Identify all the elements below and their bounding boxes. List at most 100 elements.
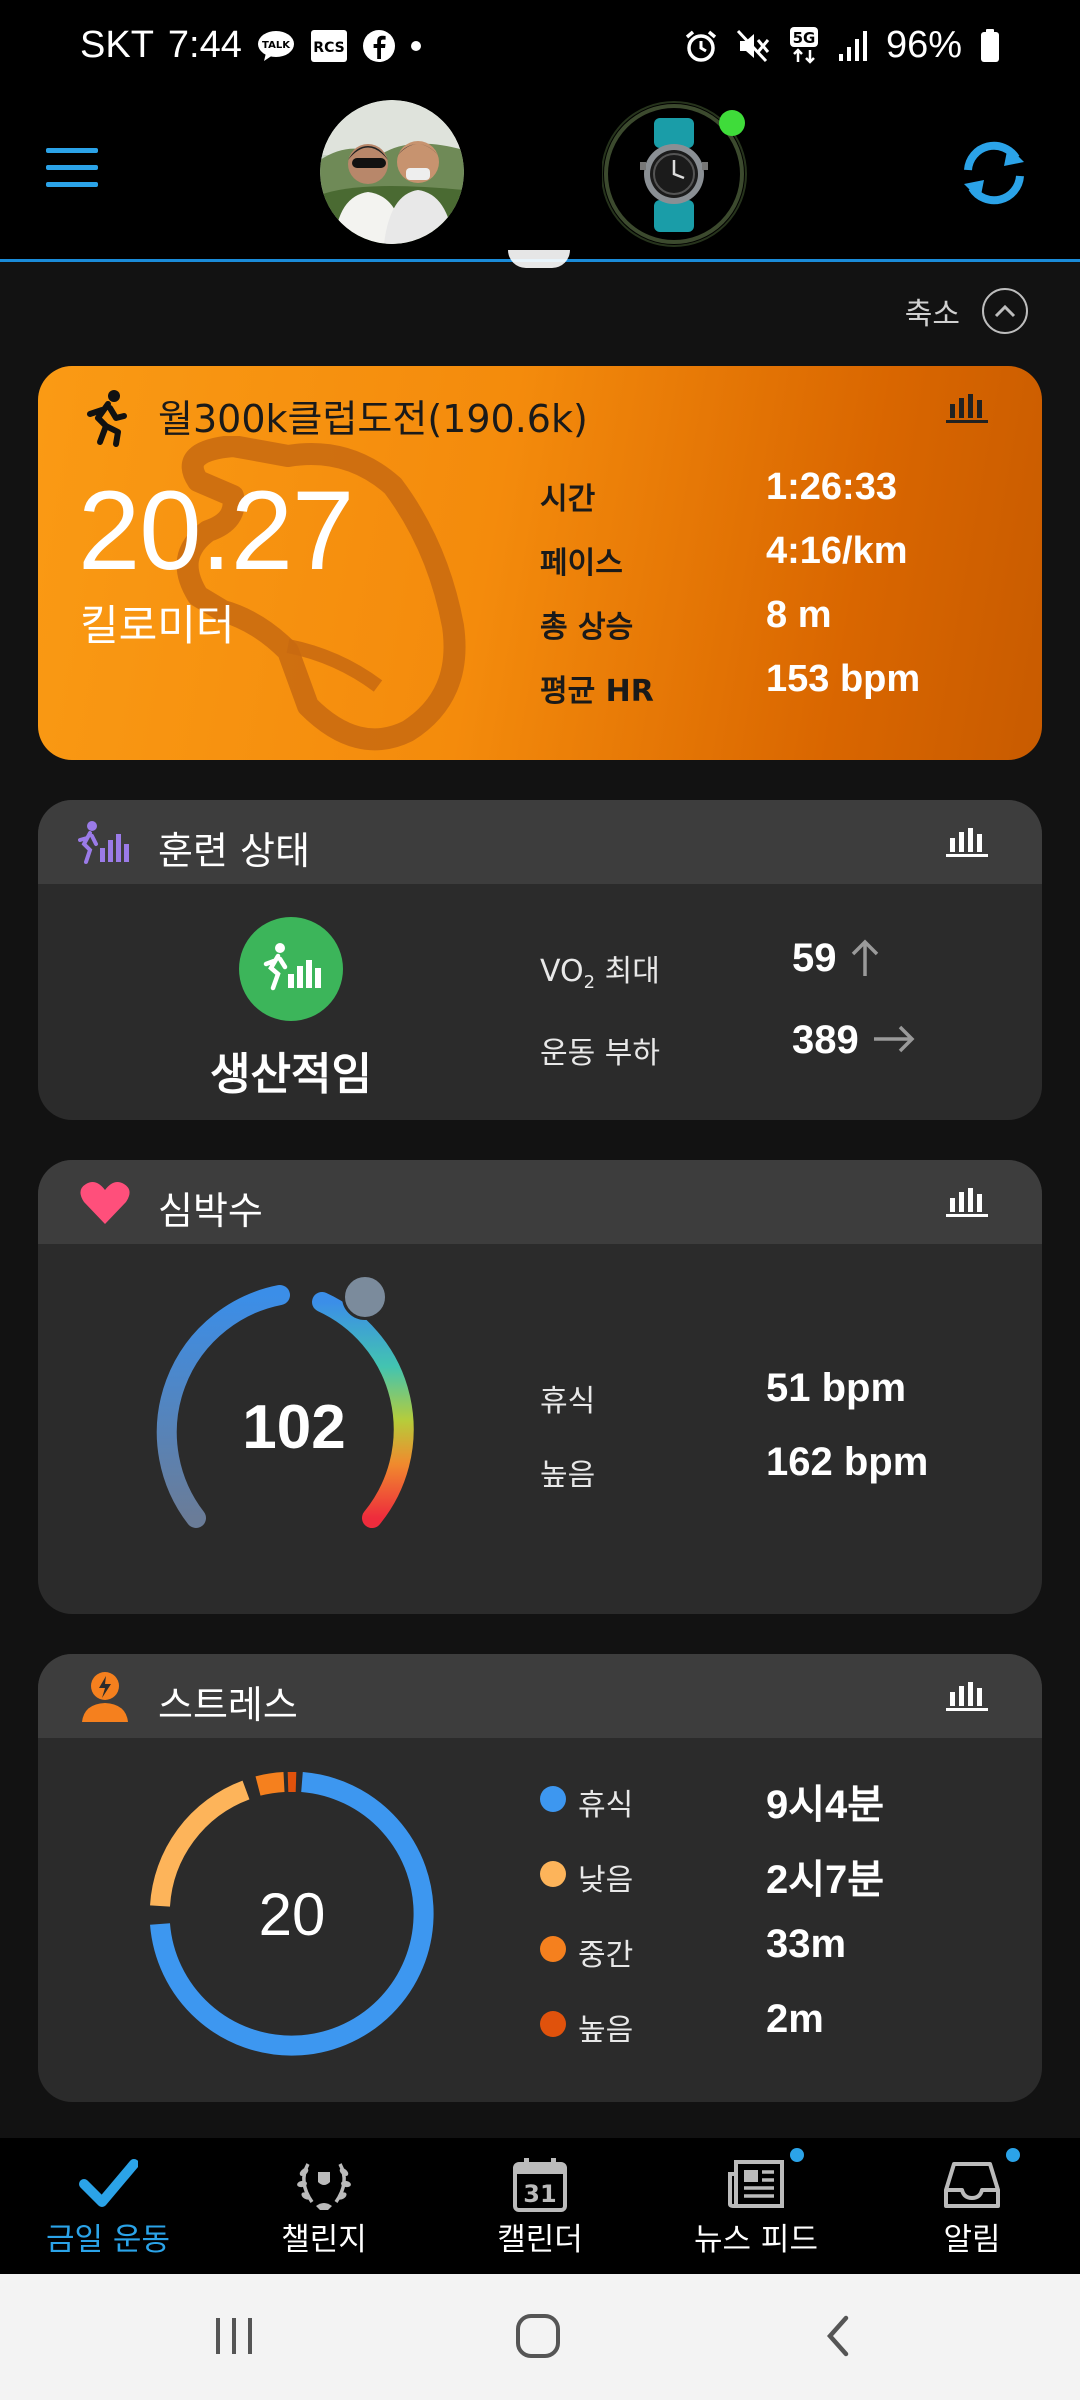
- nav-label-newsfeed: 뉴스 피드: [694, 2222, 818, 2258]
- system-navigation-bar: [0, 2274, 1080, 2400]
- svg-text:31: 31: [523, 2180, 556, 2208]
- stat-value-avg-hr: 153 bpm: [766, 658, 921, 700]
- arrow-right-icon: [874, 1025, 915, 1053]
- notification-dot-icon: [410, 40, 422, 52]
- running-icon: [87, 390, 127, 447]
- talk-icon: TALK: [256, 29, 296, 63]
- stat-value-pace: 4:16/km: [766, 530, 908, 572]
- resting-hr-label: 휴식: [540, 1384, 596, 1419]
- stress-medium-label: 중간: [578, 1938, 634, 1973]
- rcs-icon: RCS: [310, 29, 348, 63]
- high-hr-label: 높음: [540, 1458, 596, 1493]
- productive-status-icon: [239, 917, 343, 1021]
- nav-tab-newsfeed[interactable]: 뉴스 피드: [648, 2138, 864, 2274]
- nav-label-challenges: 챌린지: [281, 2222, 367, 2258]
- signal-icon: [838, 30, 868, 62]
- resting-hr-value: 51 bpm: [766, 1366, 907, 1410]
- heart-icon: [80, 1182, 130, 1224]
- svg-text:TALK: TALK: [262, 40, 291, 51]
- training-status-value: 생산적임: [210, 1049, 372, 1100]
- stress-low-label: 낮음: [578, 1863, 634, 1898]
- training-status-title: 훈련 상태: [158, 829, 310, 873]
- svg-text:5G: 5G: [793, 29, 816, 47]
- stress-score: 20: [258, 1881, 326, 1948]
- training-load-value: 389: [792, 1018, 859, 1062]
- collapse-label: 축소: [904, 297, 960, 332]
- distance-unit: 킬로미터: [80, 601, 235, 650]
- high-hr-value: 162 bpm: [766, 1440, 929, 1484]
- nav-tab-today[interactable]: 금일 운동: [0, 2138, 216, 2274]
- stress-high-label: 높음: [578, 2013, 634, 2048]
- newsfeed-badge-dot: [790, 2148, 804, 2162]
- facebook-icon: [362, 29, 396, 63]
- nav-tab-notifications[interactable]: 알림: [864, 2138, 1080, 2274]
- stat-label-pace: 페이스: [540, 546, 623, 581]
- training-status-icon: [78, 821, 129, 864]
- activity-card[interactable]: 월300k클럽도전(190.6k) 20.27 킬로미터 시간 1:26:33 …: [38, 366, 1042, 760]
- stat-label-ascent: 총 상승: [540, 610, 634, 645]
- current-hr-value: 102: [242, 1393, 346, 1462]
- vo2max-value: 59: [792, 936, 837, 980]
- recent-apps-icon[interactable]: [212, 2312, 256, 2360]
- connected-status-dot: [719, 110, 745, 136]
- distance-value: 20.27: [78, 468, 354, 593]
- checkmark-icon: [79, 2159, 138, 2207]
- stat-value-time: 1:26:33: [766, 466, 897, 508]
- legend-dot-low: [540, 1861, 566, 1887]
- battery-percent: 96%: [885, 24, 962, 66]
- training-status-card[interactable]: 훈련 상태 생산적임 VO2 최대 59 운동 부하 389: [38, 800, 1042, 1120]
- activity-title: 월300k클럽도전(190.6k): [158, 397, 588, 441]
- carrier-label: SKT: [80, 24, 154, 66]
- nav-label-calendar: 캘린더: [497, 2222, 583, 2258]
- stress-card[interactable]: 스트레스 20 휴식 9시4분 낮음 2시7분 중간 33m 높음 2m: [38, 1654, 1042, 2102]
- bar-chart-icon[interactable]: [946, 1184, 988, 1218]
- training-load-label: 운동 부하: [540, 1036, 660, 1071]
- mute-icon: [736, 29, 770, 63]
- sync-icon: [964, 141, 1024, 205]
- bottom-navigation: 금일 운동 챌린지 31 캘린더 뉴스 피드 알림: [0, 2138, 1080, 2274]
- stress-high-value: 2m: [766, 1997, 824, 2041]
- stress-title: 스트레스: [158, 1683, 298, 1727]
- inbox-icon: [944, 2162, 1000, 2208]
- network-5g-icon: 5G: [788, 26, 820, 66]
- stress-rest-value: 9시4분: [766, 1783, 885, 1827]
- svg-text:RCS: RCS: [313, 40, 344, 56]
- stat-label-avg-hr: 평균 HR: [540, 674, 654, 709]
- chevron-up-icon[interactable]: [982, 288, 1028, 334]
- pull-indicator: [508, 250, 570, 268]
- vo2max-label: VO2 최대: [540, 954, 660, 993]
- calendar-icon: 31: [513, 2158, 567, 2212]
- battery-icon: [980, 28, 1000, 63]
- stat-value-ascent: 8 m: [766, 594, 832, 636]
- nav-label-today: 금일 운동: [46, 2222, 170, 2258]
- legend-dot-rest: [540, 1786, 566, 1812]
- nav-tab-challenges[interactable]: 챌린지: [216, 2138, 432, 2274]
- legend-dot-medium: [540, 1936, 566, 1962]
- heart-rate-title: 심박수: [158, 1189, 263, 1233]
- laurel-icon: [297, 2163, 351, 2210]
- legend-dot-high: [540, 2011, 566, 2037]
- newspaper-icon: [728, 2160, 784, 2208]
- device-watch-button[interactable]: [601, 98, 752, 248]
- back-icon[interactable]: [820, 2312, 856, 2360]
- stat-label-time: 시간: [540, 482, 596, 517]
- collapse-toggle[interactable]: 축소: [905, 288, 1028, 334]
- bar-chart-icon[interactable]: [946, 824, 988, 858]
- status-time: 7:44: [167, 24, 242, 66]
- alarm-icon: [684, 29, 718, 63]
- profile-avatar[interactable]: [320, 100, 464, 244]
- home-icon[interactable]: [514, 2312, 562, 2360]
- sync-button[interactable]: [956, 140, 1032, 206]
- stress-low-value: 2시7분: [766, 1858, 885, 1902]
- heart-rate-card[interactable]: 심박수 102 휴식 51 bpm 높음 162 bpm: [38, 1160, 1042, 1614]
- stress-rest-label: 휴식: [578, 1788, 634, 1823]
- menu-icon: [46, 148, 98, 153]
- bar-chart-icon[interactable]: [946, 1678, 988, 1712]
- stress-icon: [82, 1672, 128, 1722]
- bar-chart-icon[interactable]: [946, 390, 988, 424]
- nav-tab-calendar[interactable]: 31 캘린더: [432, 2138, 648, 2274]
- notifications-badge-dot: [1006, 2148, 1020, 2162]
- menu-button[interactable]: [46, 148, 98, 190]
- stress-medium-value: 33m: [766, 1922, 847, 1966]
- current-hr-marker: [342, 1274, 388, 1320]
